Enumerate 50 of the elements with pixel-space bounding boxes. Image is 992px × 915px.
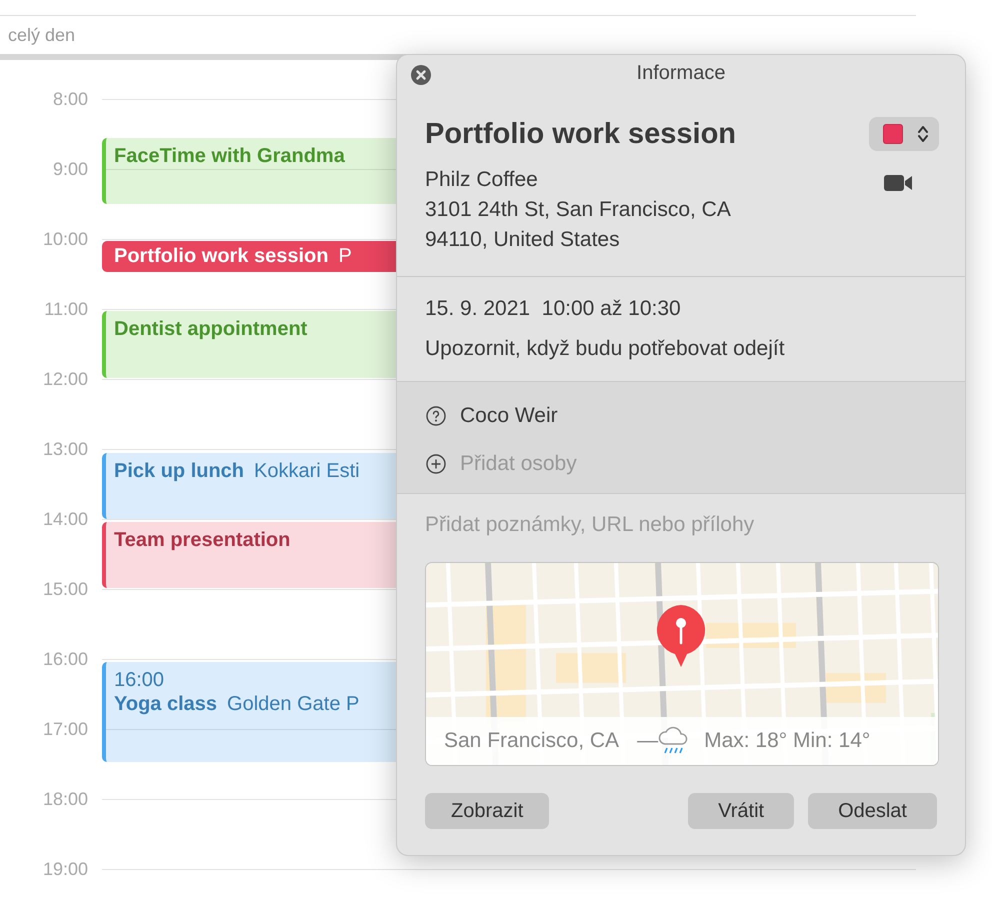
show-button[interactable]: Zobrazit bbox=[425, 793, 550, 829]
event-title: Portfolio work session bbox=[114, 244, 328, 268]
event-title-field[interactable]: Portfolio work session bbox=[425, 118, 736, 150]
hour-label: 14:00 bbox=[42, 509, 89, 529]
action-button[interactable]: Odeslat bbox=[808, 793, 937, 829]
calendar-picker[interactable] bbox=[869, 117, 939, 151]
event-location: Golden Gate P bbox=[227, 692, 360, 716]
hour-label: 8:00 bbox=[52, 89, 89, 109]
alert-setting[interactable]: Upozornit, když budu potřebovat odejít bbox=[425, 335, 937, 363]
close-button[interactable] bbox=[411, 65, 431, 85]
event-title: Pick up lunch bbox=[114, 459, 244, 483]
location-text[interactable]: 3101 24th St, San Francisco, CA bbox=[425, 195, 731, 225]
weather-location: San Francisco, CA bbox=[444, 729, 620, 753]
attendee-name[interactable]: Coco Weir bbox=[460, 404, 558, 428]
weather-forecast: Max: 18° Min: 14° bbox=[704, 729, 870, 753]
map-pin-icon bbox=[654, 603, 708, 669]
hour-label: 13:00 bbox=[42, 439, 89, 459]
hour-label: 16:00 bbox=[42, 649, 89, 669]
calendar-event[interactable]: Portfolio work session P bbox=[102, 241, 396, 272]
hour-label: 17:00 bbox=[42, 719, 89, 739]
question-icon bbox=[426, 406, 446, 426]
all-day-label: celý den bbox=[8, 24, 76, 46]
hour-label: 19:00 bbox=[42, 859, 89, 879]
hour-label: 12:00 bbox=[42, 369, 89, 389]
hour-label: 18:00 bbox=[42, 789, 89, 809]
hour-label: 9:00 bbox=[52, 159, 89, 179]
event-location: P bbox=[338, 244, 352, 268]
calendar-event[interactable]: Pick up lunch Kokkari Esti bbox=[102, 453, 396, 519]
hour-label: 10:00 bbox=[42, 229, 89, 249]
event-title: FaceTime with Grandma bbox=[114, 144, 345, 168]
event-title: Team presentation bbox=[114, 528, 290, 552]
location-text[interactable]: 94110, United States bbox=[425, 225, 731, 255]
calendar-event[interactable]: Team presentation bbox=[102, 522, 396, 588]
chevron-updown-icon bbox=[917, 124, 929, 144]
plus-icon bbox=[426, 454, 446, 474]
event-location: Kokkari Esti bbox=[254, 459, 360, 483]
notes-field[interactable]: Přidat poznámky, URL nebo přílohy bbox=[425, 510, 937, 540]
popover-title: Informace bbox=[636, 62, 726, 84]
location-text[interactable]: Philz Coffee bbox=[425, 165, 731, 195]
close-icon bbox=[411, 65, 431, 85]
hour-label: 11:00 bbox=[43, 299, 89, 319]
weather-separator: — bbox=[637, 729, 658, 753]
video-camera-icon bbox=[883, 173, 913, 193]
calendar-event[interactable]: 16:00 Yoga class Golden Gate P bbox=[102, 662, 396, 762]
hour-label: 15:00 bbox=[42, 579, 89, 599]
event-title: Yoga class bbox=[114, 692, 218, 716]
event-time: 16:00 bbox=[114, 668, 166, 692]
event-date-time[interactable]: 15. 9. 2021 10:00 až 10:30 bbox=[425, 295, 937, 323]
action-button[interactable]: Vrátit bbox=[688, 793, 794, 829]
event-title: Dentist appointment bbox=[114, 317, 308, 341]
